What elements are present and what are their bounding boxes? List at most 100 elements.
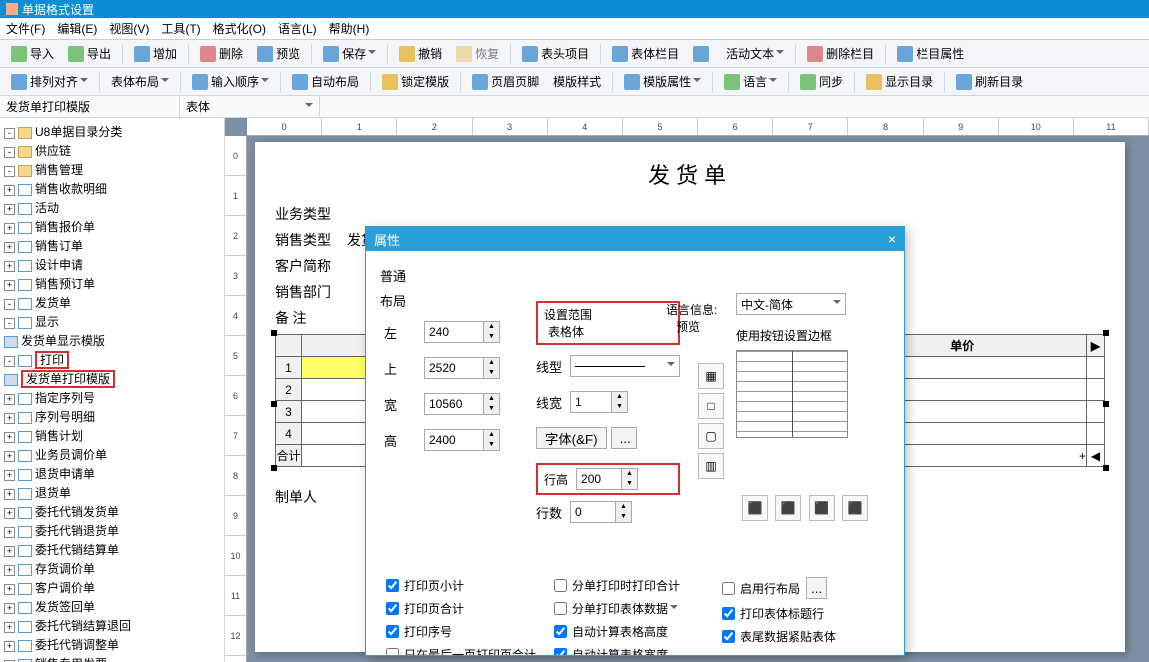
tree-root[interactable]: -U8单据目录分类: [0, 122, 224, 141]
auto-layout-button[interactable]: 自动布局: [287, 71, 364, 92]
add-button[interactable]: 增加: [129, 43, 182, 64]
head-item-button[interactable]: 表头项目: [517, 43, 594, 64]
tree-item[interactable]: +存货调价单: [0, 559, 224, 578]
tree-print[interactable]: -打印: [0, 350, 224, 369]
delete-button[interactable]: 删除: [195, 43, 248, 64]
align-c-icon[interactable]: ⬛: [775, 495, 801, 521]
tree-item[interactable]: +委托代销发货单: [0, 502, 224, 521]
menu-file[interactable]: 文件(F): [6, 20, 45, 37]
col-prop-button[interactable]: 栏目属性: [892, 43, 969, 64]
menu-view[interactable]: 视图(V): [109, 20, 149, 37]
tab-general[interactable]: 普通: [380, 263, 890, 288]
lang-select[interactable]: 中文-简体: [736, 293, 846, 315]
tree-sales[interactable]: -销售管理: [0, 160, 224, 179]
cb-page-total[interactable]: 打印页合计: [386, 600, 554, 617]
tree-item[interactable]: +委托代销退货单: [0, 521, 224, 540]
tree-item[interactable]: +销售收款明细: [0, 179, 224, 198]
rowh-spin[interactable]: ▲▼: [576, 468, 638, 490]
export-button[interactable]: 导出: [63, 43, 116, 64]
tree-item[interactable]: +销售报价单: [0, 217, 224, 236]
save-button[interactable]: 保存: [318, 43, 381, 64]
cb-split-total[interactable]: 分单打印时打印合计: [554, 577, 722, 594]
cb-row-layout[interactable]: 启用行布局...: [722, 577, 890, 599]
tree-item[interactable]: +活动: [0, 198, 224, 217]
tree-item[interactable]: +销售订单: [0, 236, 224, 255]
top-spin[interactable]: ▲▼: [424, 357, 500, 379]
border-outer-icon[interactable]: ▢: [698, 423, 724, 449]
tree-show[interactable]: -显示: [0, 312, 224, 331]
menu-lang[interactable]: 语言(L): [278, 20, 317, 37]
tree-item[interactable]: +业务员调价单: [0, 445, 224, 464]
tree-item[interactable]: +退货申请单: [0, 464, 224, 483]
t-icon-button[interactable]: [688, 44, 717, 64]
lbl-cust: 客户简称: [275, 256, 347, 276]
align-l-icon[interactable]: ⬛: [742, 495, 768, 521]
border-none-icon[interactable]: □: [698, 393, 724, 419]
menu-help[interactable]: 帮助(H): [329, 20, 370, 37]
menu-tool[interactable]: 工具(T): [161, 20, 200, 37]
dialog-titlebar[interactable]: 属性 ×: [366, 227, 904, 251]
close-icon[interactable]: ×: [888, 231, 896, 247]
tree-print-tpl[interactable]: 发货单打印模版: [0, 369, 224, 388]
border-inner-icon[interactable]: ▥: [698, 453, 724, 479]
preview-button[interactable]: 预览: [252, 43, 305, 64]
header-footer-button[interactable]: 页眉页脚: [467, 71, 544, 92]
undo-button[interactable]: 撤销: [394, 43, 447, 64]
cb-auto-width[interactable]: 自动计算表格宽度: [554, 646, 722, 655]
lock-tpl-button[interactable]: 锁定模版: [377, 71, 454, 92]
cb-tail-stick[interactable]: 表尾数据紧贴表体: [722, 628, 890, 645]
tree-item[interactable]: +委托代销结算退回: [0, 616, 224, 635]
refresh-toc-button[interactable]: 刷新目录: [951, 71, 1028, 92]
body-item-button[interactable]: 表体栏目: [607, 43, 684, 64]
tree-item[interactable]: +指定序列号: [0, 388, 224, 407]
sync-button[interactable]: 同步: [795, 71, 848, 92]
tree-supply[interactable]: -供应链: [0, 141, 224, 160]
cb-split-body[interactable]: 分单打印表体数据: [554, 600, 722, 617]
tree-item[interactable]: +客户调价单: [0, 578, 224, 597]
tree-item[interactable]: +发货签回单: [0, 597, 224, 616]
linetype-select[interactable]: [570, 355, 680, 377]
rows-spin[interactable]: ▲▼: [570, 501, 632, 523]
border-all-icon[interactable]: ▦: [698, 363, 724, 389]
cb-page-subtotal[interactable]: 打印页小计: [386, 577, 554, 594]
align-j-icon[interactable]: ⬛: [842, 495, 868, 521]
lbl-preview: 预览: [676, 318, 717, 335]
tree-item[interactable]: +销售计划: [0, 426, 224, 445]
tpl-style-button[interactable]: 模版样式: [548, 71, 606, 92]
import-button[interactable]: 导入: [6, 43, 59, 64]
lbl-saletype: 销售类型: [275, 230, 347, 250]
tree-item[interactable]: +销售预订单: [0, 274, 224, 293]
lang-button[interactable]: 语言: [719, 71, 782, 92]
tree-item[interactable]: +设计申请: [0, 255, 224, 274]
tree-item[interactable]: +序列号明细: [0, 407, 224, 426]
linewidth-spin[interactable]: ▲▼: [570, 391, 628, 413]
cb-last-page-total[interactable]: 只在最后一页打印页合计: [386, 646, 554, 655]
align-r-icon[interactable]: ⬛: [809, 495, 835, 521]
cb-print-header[interactable]: 打印表体标题行: [722, 605, 890, 622]
body-layout-button[interactable]: 表体布局: [106, 71, 174, 92]
sort-button[interactable]: 排列对齐: [6, 71, 93, 92]
tree-item[interactable]: -发货单: [0, 293, 224, 312]
scope-select[interactable]: 表格体: [544, 323, 672, 340]
active-text-button[interactable]: 活动文本: [721, 43, 789, 64]
width-spin[interactable]: ▲▼: [424, 393, 500, 415]
tree-show-tpl[interactable]: 发货单显示模版: [0, 331, 224, 350]
show-toc-button[interactable]: 显示目录: [861, 71, 938, 92]
tree-item[interactable]: +委托代销调整单: [0, 635, 224, 654]
redo-button[interactable]: 恢复: [451, 43, 504, 64]
tpl-prop-button[interactable]: 模版属性: [619, 71, 706, 92]
tree-item[interactable]: +销售专用发票: [0, 654, 224, 662]
font-button[interactable]: 字体(&F): [536, 427, 607, 449]
left-spin[interactable]: ▲▼: [424, 321, 500, 343]
font-select[interactable]: 表体: [180, 96, 320, 117]
cb-auto-height[interactable]: 自动计算表格高度: [554, 623, 722, 640]
cb-print-seq[interactable]: 打印序号: [386, 623, 554, 640]
font-more-button[interactable]: ...: [611, 427, 637, 449]
input-order-button[interactable]: 输入顺序: [187, 71, 274, 92]
menu-format[interactable]: 格式化(O): [213, 20, 266, 37]
height-spin[interactable]: ▲▼: [424, 429, 500, 451]
tree-item[interactable]: +退货单: [0, 483, 224, 502]
tree-item[interactable]: +委托代销结算单: [0, 540, 224, 559]
del-col-button[interactable]: 删除栏目: [802, 43, 879, 64]
menu-edit[interactable]: 编辑(E): [57, 20, 97, 37]
